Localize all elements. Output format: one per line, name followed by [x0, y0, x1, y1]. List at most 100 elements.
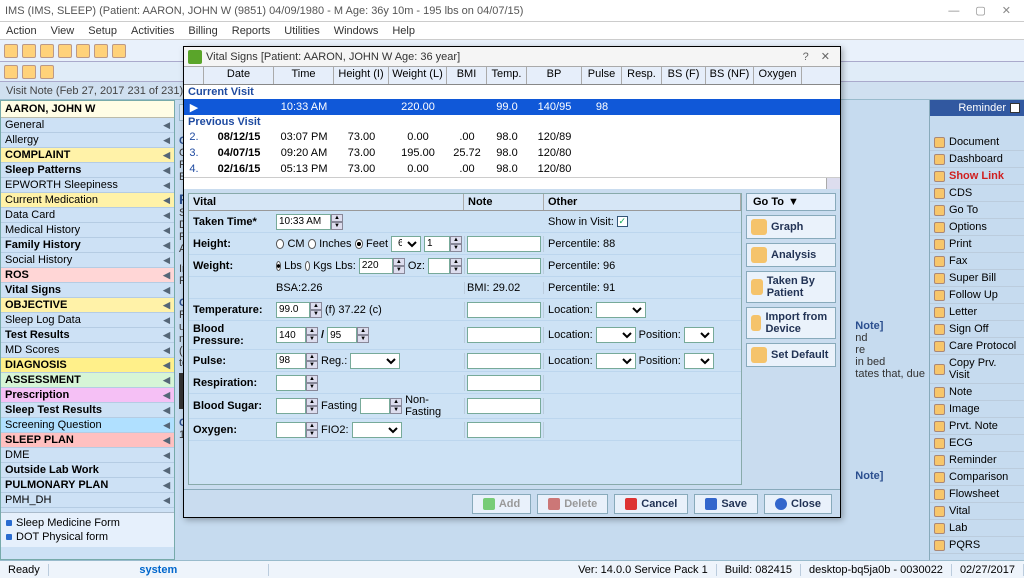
nav-item[interactable]: Vital Signs◀ — [1, 283, 174, 298]
graph-button[interactable]: Graph — [746, 215, 836, 239]
temp-location-select[interactable] — [596, 302, 646, 318]
nav-item[interactable]: Sleep Patterns◀ — [1, 163, 174, 178]
height-in-radio[interactable] — [308, 239, 316, 249]
reminder-checkbox[interactable] — [1010, 103, 1020, 113]
nav-item[interactable]: ASSESSMENT◀ — [1, 373, 174, 388]
quicklink[interactable]: Go To — [930, 202, 1024, 219]
pulse-note-input[interactable] — [467, 353, 541, 369]
previous-visit-row[interactable]: 2.08/12/1503:07 PM73.000.00.0098.0120/89 — [184, 129, 840, 145]
quicklink[interactable]: Lab — [930, 520, 1024, 537]
nav-item[interactable]: EPWORTH Sleepiness◀ — [1, 178, 174, 193]
nav-item[interactable]: Current Medication◀ — [1, 193, 174, 208]
respiration-input[interactable] — [276, 375, 306, 391]
weight-note-input[interactable] — [467, 258, 541, 274]
quicklink[interactable]: Comparison — [930, 469, 1024, 486]
height-in-input[interactable] — [424, 236, 450, 252]
bs-nonfasting-input[interactable] — [360, 398, 390, 414]
quicklink[interactable]: CDS — [930, 185, 1024, 202]
dialog-help-button[interactable]: ? — [797, 51, 815, 63]
menu-windows[interactable]: Windows — [334, 25, 379, 37]
quicklink[interactable]: Show Link — [930, 168, 1024, 185]
resp-note-input[interactable] — [467, 375, 541, 391]
quicklink[interactable]: Copy Prv. Visit — [930, 355, 1024, 384]
nav-item[interactable]: MD Scores◀ — [1, 343, 174, 358]
delete-button[interactable]: Delete — [537, 494, 608, 514]
form-link[interactable]: Sleep Medicine Form — [4, 516, 171, 530]
quicklink[interactable]: Print — [930, 236, 1024, 253]
height-feet-select[interactable]: 6 — [391, 236, 421, 252]
bp-note-input[interactable] — [467, 327, 541, 343]
import-device-button[interactable]: Import from Device — [746, 307, 836, 339]
taken-by-patient-button[interactable]: Taken By Patient — [746, 271, 836, 303]
toolbar-icon[interactable] — [22, 65, 36, 79]
sugar-note-input[interactable] — [467, 398, 541, 414]
bp-systolic-input[interactable] — [276, 327, 306, 343]
nav-item[interactable]: OBJECTIVE◀ — [1, 298, 174, 313]
quicklink[interactable]: Fax — [930, 253, 1024, 270]
menu-action[interactable]: Action — [6, 25, 37, 37]
nav-item[interactable]: Allergy◀ — [1, 133, 174, 148]
nav-item[interactable]: General◀ — [1, 118, 174, 133]
toolbar-icon[interactable] — [40, 65, 54, 79]
quicklink[interactable]: PQRS — [930, 537, 1024, 554]
weight-lbs-radio[interactable] — [276, 261, 281, 271]
close-button[interactable]: ✕ — [994, 4, 1019, 17]
menu-reports[interactable]: Reports — [232, 25, 271, 37]
quicklink[interactable]: Document — [930, 134, 1024, 151]
nav-item[interactable]: SLEEP PLAN◀ — [1, 433, 174, 448]
toolbar-icon[interactable] — [22, 44, 36, 58]
nav-item[interactable]: Family History◀ — [1, 238, 174, 253]
nav-item[interactable]: Outside Lab Work◀ — [1, 463, 174, 478]
bp-diastolic-input[interactable] — [327, 327, 357, 343]
oxygen-note-input[interactable] — [467, 422, 541, 438]
nav-item[interactable]: PULMONARY PLAN◀ — [1, 478, 174, 493]
quicklink[interactable]: Prvt. Note — [930, 418, 1024, 435]
quicklink[interactable]: Flowsheet — [930, 486, 1024, 503]
menu-activities[interactable]: Activities — [131, 25, 174, 37]
nav-item[interactable]: DIAGNOSIS◀ — [1, 358, 174, 373]
oxygen-input[interactable] — [276, 422, 306, 438]
temp-note-input[interactable] — [467, 302, 541, 318]
nav-item[interactable]: Medical History◀ — [1, 223, 174, 238]
save-button[interactable]: Save — [694, 494, 758, 514]
quicklink[interactable]: Image — [930, 401, 1024, 418]
menu-billing[interactable]: Billing — [188, 25, 217, 37]
dialog-close-button[interactable]: ✕ — [815, 50, 836, 63]
menu-view[interactable]: View — [51, 25, 75, 37]
quicklink[interactable]: Vital — [930, 503, 1024, 520]
nav-item[interactable]: Social History◀ — [1, 253, 174, 268]
quicklink[interactable]: Note — [930, 384, 1024, 401]
set-default-button[interactable]: Set Default — [746, 343, 836, 367]
quicklink[interactable]: Sign Off — [930, 321, 1024, 338]
pulse-input[interactable] — [276, 353, 306, 369]
toolbar-icon[interactable] — [112, 44, 126, 58]
quicklink[interactable]: Letter — [930, 304, 1024, 321]
minimize-button[interactable]: — — [940, 5, 967, 17]
menu-help[interactable]: Help — [392, 25, 415, 37]
nav-item[interactable]: COMPLAINT◀ — [1, 148, 174, 163]
nav-item[interactable]: ROS◀ — [1, 268, 174, 283]
nav-item[interactable]: Sleep Log Data◀ — [1, 313, 174, 328]
fio2-select[interactable] — [352, 422, 402, 438]
add-button[interactable]: Add — [472, 494, 531, 514]
nav-item[interactable]: PMH_DH◀ — [1, 493, 174, 508]
weight-kgs-radio[interactable] — [305, 261, 310, 271]
toolbar-icon[interactable] — [40, 44, 54, 58]
weight-lbs-input[interactable] — [359, 258, 393, 274]
height-cm-radio[interactable] — [276, 239, 284, 249]
quicklink[interactable]: Care Protocol — [930, 338, 1024, 355]
menu-utilities[interactable]: Utilities — [284, 25, 319, 37]
analysis-button[interactable]: Analysis — [746, 243, 836, 267]
form-link[interactable]: DOT Physical form — [4, 530, 171, 544]
taken-time-input[interactable] — [276, 214, 331, 230]
close-dialog-button[interactable]: Close — [764, 494, 832, 514]
height-ft-radio[interactable] — [355, 239, 363, 249]
nav-item[interactable]: Data Card◀ — [1, 208, 174, 223]
quicklink[interactable]: ECG — [930, 435, 1024, 452]
maximize-button[interactable]: ▢ — [967, 4, 993, 17]
toolbar-icon[interactable] — [4, 65, 18, 79]
nav-item[interactable]: Sleep Test Results◀ — [1, 403, 174, 418]
show-in-visit-checkbox[interactable] — [617, 216, 628, 227]
temp-input[interactable] — [276, 302, 310, 318]
quicklink[interactable]: Super Bill — [930, 270, 1024, 287]
